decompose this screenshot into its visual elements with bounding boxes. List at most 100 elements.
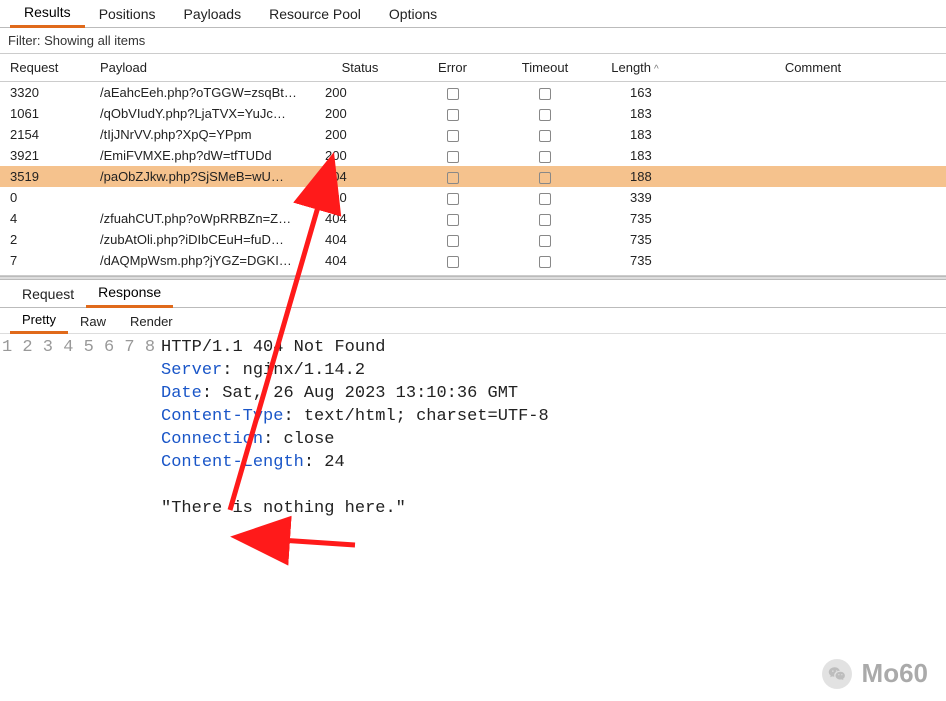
cell-timeout (500, 187, 590, 208)
results-filter[interactable]: Filter: Showing all items (0, 28, 946, 54)
col-status[interactable]: Status (315, 54, 405, 82)
tab-pretty[interactable]: Pretty (10, 308, 68, 334)
cell-timeout (500, 145, 590, 166)
cell-request: 7 (0, 250, 90, 271)
tab-resource-pool[interactable]: Resource Pool (255, 0, 375, 27)
cell-error (405, 124, 500, 145)
cell-status: 200 (315, 145, 405, 166)
tab-raw[interactable]: Raw (68, 310, 118, 333)
cell-timeout (500, 103, 590, 124)
col-error[interactable]: Error (405, 54, 500, 82)
cell-comment (680, 187, 946, 208)
cell-payload: /zubAtOli.php?iDIbCEuH=fuD… (90, 229, 315, 250)
cell-payload (90, 187, 315, 208)
checkbox-icon (447, 172, 459, 184)
col-length-label: Length (611, 60, 651, 75)
cell-length: 735 (590, 229, 680, 250)
checkbox-icon (447, 151, 459, 163)
col-request[interactable]: Request (0, 54, 90, 82)
cell-payload: /tIjJNrVV.php?XpQ=YPpm (90, 124, 315, 145)
cell-request: 1061 (0, 103, 90, 124)
checkbox-icon (447, 256, 459, 268)
cell-error (405, 208, 500, 229)
table-row[interactable]: 3320/aEahcEeh.php?oTGGW=zsqBt…200163 (0, 82, 946, 104)
tab-response[interactable]: Response (86, 279, 173, 308)
cell-timeout (500, 229, 590, 250)
cell-comment (680, 250, 946, 271)
cell-payload: /qObVIudY.php?LjaTVX=YuJc… (90, 103, 315, 124)
editor-gutter: 1 2 3 4 5 6 7 8 (0, 336, 161, 520)
checkbox-icon (539, 88, 551, 100)
cell-payload: /tTgHLNJE.php?p=iSpWopv… (90, 271, 315, 276)
cell-comment (680, 103, 946, 124)
table-row[interactable]: 6/tTgHLNJE.php?p=iSpWopv…404735 (0, 271, 946, 276)
cell-comment (680, 145, 946, 166)
cell-request: 2 (0, 229, 90, 250)
cell-status: 404 (315, 271, 405, 276)
checkbox-icon (447, 214, 459, 226)
col-timeout[interactable]: Timeout (500, 54, 590, 82)
response-editor[interactable]: 1 2 3 4 5 6 7 8 HTTP/1.1 404 Not Found S… (0, 334, 946, 520)
checkbox-icon (539, 256, 551, 268)
cell-timeout (500, 250, 590, 271)
table-row[interactable]: 0400339 (0, 187, 946, 208)
cell-payload: /dAQMpWsm.php?jYGZ=DGKI… (90, 250, 315, 271)
table-row[interactable]: 3519/paObZJkw.php?SjSMeB=wU…404188 (0, 166, 946, 187)
cell-length: 183 (590, 124, 680, 145)
results-table-container: Request Payload Status Error Timeout Len… (0, 54, 946, 276)
cell-length: 735 (590, 250, 680, 271)
cell-payload: /zfuahCUT.php?oWpRRBZn=Z… (90, 208, 315, 229)
checkbox-icon (447, 130, 459, 142)
editor-lines: HTTP/1.1 404 Not Found Server: nginx/1.1… (161, 336, 549, 520)
table-row[interactable]: 4/zfuahCUT.php?oWpRRBZn=Z…404 735 (0, 208, 946, 229)
cell-length: 188 (590, 166, 680, 187)
col-length[interactable]: Length^ (590, 54, 680, 82)
cell-comment (680, 166, 946, 187)
cell-error (405, 187, 500, 208)
wechat-icon (822, 659, 852, 689)
cell-length: 183 (590, 103, 680, 124)
checkbox-icon (539, 130, 551, 142)
sort-indicator-icon: ^ (654, 64, 659, 75)
table-row[interactable]: 2154/tIjJNrVV.php?XpQ=YPpm200183 (0, 124, 946, 145)
cell-request: 4 (0, 208, 90, 229)
table-row[interactable]: 2/zubAtOli.php?iDIbCEuH=fuD…404 735 (0, 229, 946, 250)
tab-request[interactable]: Request (10, 281, 86, 307)
cell-status: 200 (315, 103, 405, 124)
checkbox-icon (539, 151, 551, 163)
cell-timeout (500, 271, 590, 276)
cell-error (405, 250, 500, 271)
cell-status: 404 (315, 208, 405, 229)
results-table: Request Payload Status Error Timeout Len… (0, 54, 946, 276)
tab-results[interactable]: Results (10, 0, 85, 28)
checkbox-icon (539, 214, 551, 226)
cell-payload: /paObZJkw.php?SjSMeB=wU… (90, 166, 315, 187)
view-tabs: Pretty Raw Render (0, 308, 946, 334)
tab-positions[interactable]: Positions (85, 0, 170, 27)
checkbox-icon (447, 193, 459, 205)
table-row[interactable]: 7/dAQMpWsm.php?jYGZ=DGKI…404 735 (0, 250, 946, 271)
col-payload[interactable]: Payload (90, 54, 315, 82)
cell-status: 404 (315, 229, 405, 250)
col-comment[interactable]: Comment (680, 54, 946, 82)
cell-status: 400 (315, 187, 405, 208)
table-row[interactable]: 1061/qObVIudY.php?LjaTVX=YuJc…200 183 (0, 103, 946, 124)
cell-request: 3519 (0, 166, 90, 187)
cell-payload: /EmiFVMXE.php?dW=tfTUDd (90, 145, 315, 166)
checkbox-icon (539, 193, 551, 205)
tab-payloads[interactable]: Payloads (170, 0, 256, 27)
table-row[interactable]: 3921/EmiFVMXE.php?dW=tfTUDd200183 (0, 145, 946, 166)
results-thead: Request Payload Status Error Timeout Len… (0, 54, 946, 82)
tab-options[interactable]: Options (375, 0, 451, 27)
cell-status: 404 (315, 250, 405, 271)
cell-request: 6 (0, 271, 90, 276)
tab-render[interactable]: Render (118, 310, 185, 333)
cell-timeout (500, 124, 590, 145)
checkbox-icon (447, 109, 459, 121)
cell-length: 735 (590, 208, 680, 229)
cell-error (405, 103, 500, 124)
cell-request: 3921 (0, 145, 90, 166)
cell-comment (680, 208, 946, 229)
cell-length: 339 (590, 187, 680, 208)
cell-comment (680, 229, 946, 250)
